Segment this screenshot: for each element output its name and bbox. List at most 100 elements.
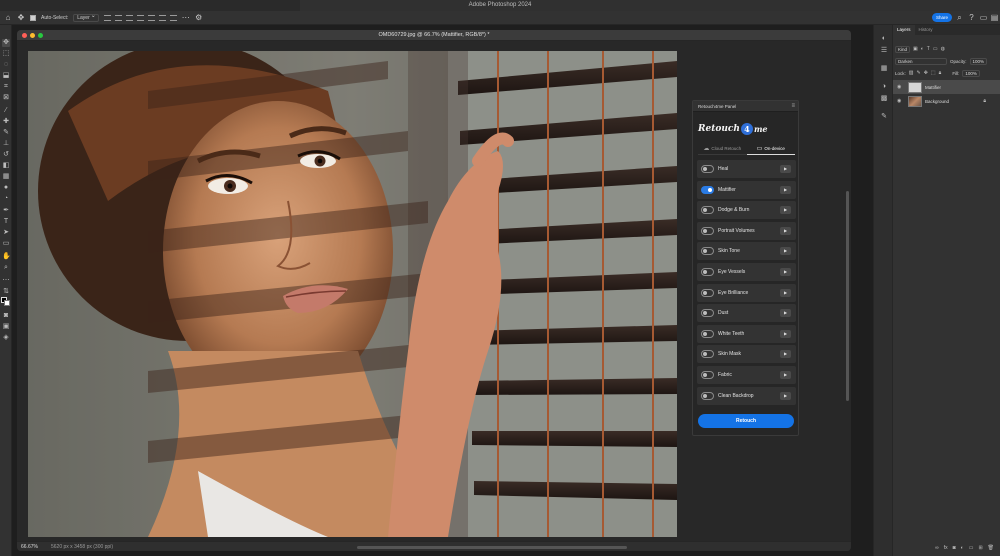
new-group-icon[interactable]: ▭ xyxy=(969,545,974,551)
panel-menu-icon[interactable]: ≡ xyxy=(791,103,795,109)
distribute-icon[interactable] xyxy=(169,14,177,21)
hand-tool-icon[interactable]: ✋ xyxy=(2,253,11,261)
tool-row-eye-brilliance[interactable]: Eye Brilliance ▶ xyxy=(697,283,796,302)
tool-row-skin-tone[interactable]: Skin Tone ▶ xyxy=(697,242,796,261)
auto-select-checkbox[interactable] xyxy=(30,14,36,21)
clone-stamp-icon[interactable]: ⊥ xyxy=(2,140,10,148)
play-icon[interactable]: ▶ xyxy=(780,391,791,400)
photo-canvas[interactable] xyxy=(28,51,677,537)
quick-mask-icon[interactable]: ◙ xyxy=(2,312,10,320)
pen-tool-icon[interactable]: ✒ xyxy=(2,207,10,215)
lock-pixels-icon[interactable]: ▨ xyxy=(909,70,914,76)
tool-row-portrait-volumes[interactable]: Portrait Volumes ▶ xyxy=(697,221,796,240)
artboard-tool-icon[interactable]: ⬚ xyxy=(2,50,10,58)
background-color-swatch[interactable] xyxy=(4,300,10,306)
align-left-icon[interactable] xyxy=(103,14,111,21)
workspace-icon[interactable]: ▭ xyxy=(979,13,988,22)
new-adjustment-icon[interactable]: ◐ xyxy=(961,545,964,551)
path-select-icon[interactable]: ➤ xyxy=(2,229,10,237)
visibility-eye-icon[interactable]: ◉ xyxy=(897,84,905,90)
play-icon[interactable]: ▶ xyxy=(780,185,791,194)
move-tool-icon[interactable]: ✥ xyxy=(2,39,10,47)
play-icon[interactable]: ▶ xyxy=(780,247,791,256)
vertical-scrollbar[interactable] xyxy=(846,191,849,401)
tool-row-clean-backdrop[interactable]: Clean Backdrop ▶ xyxy=(697,386,796,405)
tool-row-skin-mask[interactable]: Skin Mask ▶ xyxy=(697,345,796,364)
play-icon[interactable]: ▶ xyxy=(780,288,791,297)
align-bottom-icon[interactable] xyxy=(158,14,166,21)
opacity-field[interactable]: 100% xyxy=(969,57,988,65)
tool-row-mattifier[interactable]: Mattifier ▶ xyxy=(697,180,796,199)
close-window-button[interactable] xyxy=(22,33,27,38)
eyedropper-tool-icon[interactable]: ⁄ xyxy=(2,107,10,115)
tool-row-dust[interactable]: Dust ▶ xyxy=(697,304,796,323)
properties-icon[interactable]: ☰ xyxy=(880,47,888,55)
plugin-icon[interactable]: ◈ xyxy=(2,334,10,342)
zoom-window-button[interactable] xyxy=(38,33,43,38)
edit-toolbar-icon[interactable]: ⇅ xyxy=(2,288,10,296)
portrait-volumes-toggle[interactable] xyxy=(701,226,714,235)
align-right-icon[interactable] xyxy=(125,14,133,21)
tool-row-dodge-burn[interactable]: Dodge & Burn ▶ xyxy=(697,201,796,220)
screen-mode-icon[interactable]: ▣ xyxy=(2,323,10,331)
eye-vessels-toggle[interactable] xyxy=(701,267,714,276)
layer-lock-icon[interactable]: 🔒︎ xyxy=(983,98,986,104)
frame-tool-icon[interactable]: ⊠ xyxy=(2,94,10,102)
filter-smart-icon[interactable]: ◍ xyxy=(941,46,945,52)
filter-pixel-icon[interactable]: ▣ xyxy=(913,46,918,52)
rectangle-tool-icon[interactable]: ▭ xyxy=(2,240,10,248)
tool-row-eye-vessels[interactable]: Eye Vessels ▶ xyxy=(697,262,796,281)
layer-filter-dropdown[interactable]: Kind xyxy=(895,45,911,53)
fill-field[interactable]: 100% xyxy=(962,69,980,77)
more-tools-icon[interactable]: ⋯ xyxy=(2,277,10,285)
gradient-tool-icon[interactable]: ▦ xyxy=(2,173,10,181)
white-teeth-toggle[interactable] xyxy=(701,329,714,338)
more-options-icon[interactable]: ⋯ xyxy=(182,13,190,22)
tab-history[interactable]: History xyxy=(915,25,937,35)
play-icon[interactable]: ▶ xyxy=(780,165,791,173)
brushes-icon[interactable]: ✎ xyxy=(880,113,888,121)
add-mask-icon[interactable]: ◙ xyxy=(953,545,956,551)
swatches-icon[interactable]: ▩ xyxy=(880,95,888,103)
dodge-burn-toggle[interactable] xyxy=(701,206,714,215)
layer-row-mattifier[interactable]: ◉ Mattifier xyxy=(893,80,1000,94)
align-middle-icon[interactable] xyxy=(147,14,155,21)
play-icon[interactable]: ▶ xyxy=(780,309,791,318)
eye-brilliance-toggle[interactable] xyxy=(701,288,714,297)
share-button[interactable]: Share xyxy=(932,13,952,22)
align-top-icon[interactable] xyxy=(136,14,144,21)
link-layers-icon[interactable]: ∞ xyxy=(935,545,939,551)
skin-tone-toggle[interactable] xyxy=(701,247,714,256)
zoom-tool-icon[interactable]: ⌕ xyxy=(2,264,10,272)
healing-brush-icon[interactable]: ✚ xyxy=(2,118,10,126)
play-icon[interactable]: ▶ xyxy=(780,206,791,215)
skin-mask-toggle[interactable] xyxy=(701,350,714,359)
lock-all-icon[interactable]: 🔒︎ xyxy=(939,70,942,76)
history-brush-icon[interactable]: ↺ xyxy=(2,151,10,159)
type-tool-icon[interactable]: T xyxy=(2,218,10,226)
play-icon[interactable]: ▶ xyxy=(780,370,791,379)
object-select-tool-icon[interactable]: ⬓ xyxy=(2,72,10,80)
tab-cloud-retouch[interactable]: ☁ Cloud Retouch xyxy=(698,143,747,155)
dodge-tool-icon[interactable]: ◔ xyxy=(2,195,10,203)
blend-mode-dropdown[interactable]: Darken xyxy=(895,57,947,65)
auto-select-dropdown[interactable]: Layer xyxy=(73,13,99,22)
crop-tool-icon[interactable]: ⌗ xyxy=(2,83,10,91)
mattifier-toggle[interactable] xyxy=(701,185,714,194)
lock-image-icon[interactable]: ✎ xyxy=(917,70,921,76)
align-center-icon[interactable] xyxy=(114,14,122,21)
retouch-button[interactable]: Retouch xyxy=(698,414,794,428)
tool-row-heal[interactable]: Heal ▶ xyxy=(697,160,796,178)
brush-tool-icon[interactable]: ✎ xyxy=(2,129,10,137)
tab-layers[interactable]: Layers xyxy=(893,25,915,35)
panels-icon[interactable]: ▤ xyxy=(990,13,999,22)
zoom-level[interactable]: 66.67% xyxy=(21,542,38,551)
heal-toggle[interactable] xyxy=(701,165,714,173)
color-icon[interactable]: ◑ xyxy=(880,83,888,91)
lock-artboard-icon[interactable]: ⬚ xyxy=(931,70,936,76)
gear-icon[interactable]: ⚙ xyxy=(195,13,203,22)
filter-type-icon[interactable]: T xyxy=(927,46,930,52)
layer-style-icon[interactable]: fx xyxy=(944,545,948,551)
lasso-tool-icon[interactable]: ◌ xyxy=(2,61,10,69)
visibility-eye-icon[interactable]: ◉ xyxy=(897,98,905,104)
